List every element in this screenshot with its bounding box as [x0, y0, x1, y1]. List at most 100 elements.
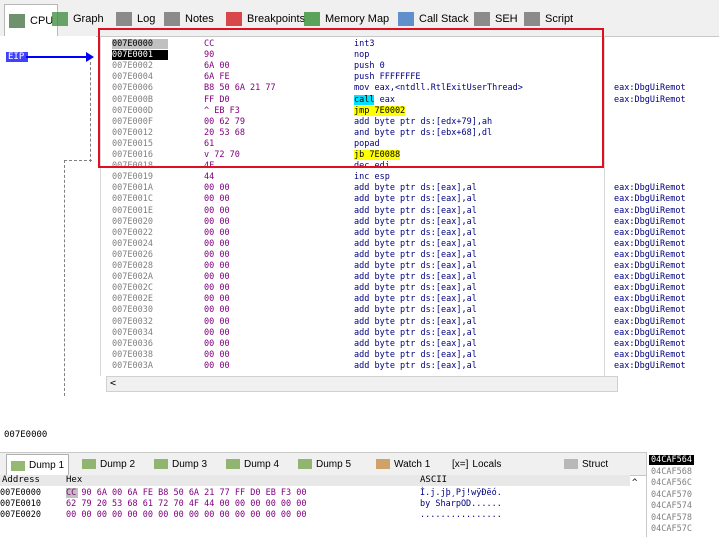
dump-header-address: Address [2, 475, 40, 485]
instruction-bytes: 00 00 [204, 227, 230, 238]
disasm-row[interactable]: 007E002E 00 00 add byte ptr ds:[eax],al eax… [96, 294, 719, 304]
stack-entry[interactable]: 04CAF578 [651, 513, 692, 523]
jump-arrows-gutter [0, 36, 96, 398]
instruction-address: 007E0028 [112, 261, 153, 271]
cpu-icon [9, 14, 25, 28]
disasm-row[interactable]: 007E002C 00 00 add byte ptr ds:[eax],al eax… [96, 283, 719, 293]
instruction-text: add byte ptr ds:[eax],al [354, 205, 477, 216]
dump-tab-dump-5[interactable]: Dump 5 [294, 456, 355, 472]
breakpoint-icon [226, 12, 242, 26]
disasm-row[interactable]: 007E0038 00 00 add byte ptr ds:[eax],al eax… [96, 350, 719, 360]
dump-header: Address Hex ASCII [0, 475, 630, 486]
seh-icon [474, 12, 490, 26]
instruction-address: 007E0020 [112, 216, 153, 227]
scroll-left-icon[interactable]: < [110, 378, 116, 389]
dump-tab-dump-4[interactable]: Dump 4 [222, 456, 283, 472]
stack-entry[interactable]: 04CAF57C [651, 524, 692, 534]
instruction-address: 007E0038 [112, 349, 153, 360]
dump-tab-dump-1[interactable]: Dump 1 [6, 454, 70, 476]
disasm-row[interactable]: 007E0030 00 00 add byte ptr ds:[eax],al eax… [96, 305, 719, 315]
tab-label: Notes [185, 13, 214, 25]
locals-icon: [x=] [452, 458, 469, 470]
stack-entry[interactable]: 04CAF564 [649, 455, 694, 465]
dump-tab-dump-3[interactable]: Dump 3 [150, 456, 211, 472]
dump-tab-watch-1[interactable]: Watch 1 [372, 456, 434, 472]
instruction-bytes: 00 00 [204, 316, 230, 327]
instruction-address: 007E002A [112, 272, 153, 283]
dump-tab-dump-2[interactable]: Dump 2 [78, 456, 139, 472]
eip-arrow [26, 56, 88, 58]
dump-row[interactable]: 007E0000 CC 90 6A 00 6A FE B8 50 6A 21 77… [0, 488, 630, 498]
instruction-address: 007E0030 [112, 305, 153, 316]
notes-icon [164, 12, 180, 26]
instruction-address: 007E0026 [112, 249, 153, 260]
hex-dump-view[interactable]: Address Hex ASCII 007E0000 CC 90 6A 00 6A… [0, 475, 630, 537]
instruction-text: add byte ptr ds:[eax],al [354, 349, 477, 360]
disasm-row[interactable]: 007E0020 00 00 add byte ptr ds:[eax],al eax… [96, 217, 719, 227]
instruction-address: 007E001E [112, 205, 153, 216]
dump-hex: CC 90 6A 00 6A FE B8 50 6A 21 77 FF D0 E… [66, 488, 307, 498]
instruction-address: 007E0036 [112, 338, 153, 349]
instruction-address: 007E001A [112, 183, 153, 194]
instruction-text: add byte ptr ds:[eax],al [354, 283, 477, 294]
stack-entry[interactable]: 04CAF568 [651, 467, 692, 477]
disasm-row[interactable]: 007E0032 00 00 add byte ptr ds:[eax],al eax… [96, 317, 719, 327]
instruction-comment: eax:DbgUiRemot [614, 194, 686, 205]
dump-tab-label: Watch 1 [394, 458, 431, 470]
tab-label: Call Stack [419, 13, 469, 25]
tab-label: Memory Map [325, 13, 390, 25]
instruction-comment: eax:DbgUiRemot [614, 227, 686, 238]
disasm-row[interactable]: 007E0022 00 00 add byte ptr ds:[eax],al eax… [96, 228, 719, 238]
scroll-up-icon[interactable]: ^ [632, 478, 637, 488]
disasm-row[interactable]: 007E002A 00 00 add byte ptr ds:[eax],al eax… [96, 272, 719, 282]
jump-line [64, 160, 65, 396]
eip-marker: EIP [6, 52, 28, 62]
dump-tab-label: Dump 2 [100, 458, 136, 470]
dump-tab-label: Struct [582, 458, 609, 470]
disasm-row[interactable]: 007E0036 00 00 add byte ptr ds:[eax],al eax… [96, 339, 719, 349]
instruction-text: add byte ptr ds:[eax],al [354, 316, 477, 327]
stack-entry[interactable]: 04CAF574 [651, 501, 692, 511]
instruction-address: 007E002E [112, 294, 153, 305]
instruction-comment: eax:DbgUiRemot [614, 349, 686, 360]
disasm-row[interactable]: 007E0019 44 inc esp [96, 172, 719, 182]
dump-row[interactable]: 007E0020 00 00 00 00 00 00 00 00 00 00 00… [0, 510, 630, 520]
stack-entry[interactable]: 04CAF56C [651, 478, 692, 488]
stack-entry[interactable]: 04CAF570 [651, 490, 692, 500]
call-stack-icon [398, 12, 414, 26]
disasm-row[interactable]: 007E0034 00 00 add byte ptr ds:[eax],al eax… [96, 328, 719, 338]
instruction-bytes: 00 00 [204, 272, 230, 283]
instruction-text: add byte ptr ds:[eax],al [354, 338, 477, 349]
instruction-bytes: 00 00 [204, 294, 230, 305]
disasm-row[interactable]: 007E003A 00 00 add byte ptr ds:[eax],al eax… [96, 361, 719, 371]
log-icon [116, 12, 132, 26]
status-address: 007E0000 [4, 430, 48, 440]
dump-tab-struct[interactable]: Struct [560, 456, 612, 472]
tab-label: Log [137, 13, 156, 25]
dump-icon [226, 459, 240, 469]
instruction-bytes: 00 00 [204, 194, 230, 205]
disasm-row[interactable]: 007E0028 00 00 add byte ptr ds:[eax],al eax… [96, 261, 719, 271]
dump-ascii: Ì.j.jþ¸Pj!wÿÐëó. [420, 488, 502, 498]
instruction-bytes: 00 00 [204, 305, 230, 316]
instruction-comment: eax:DbgUiRemot [614, 238, 686, 249]
stack-view[interactable]: 04CAF564 04CAF568 04CAF56C 04CAF570 04CAF574… [646, 452, 719, 537]
dump-tab-locals[interactable]: [x=] Locals [448, 456, 505, 472]
dump-tab-label: Dump 3 [172, 458, 208, 470]
instruction-comment: eax:DbgUiRemot [614, 338, 686, 349]
disasm-row[interactable]: 007E001A 00 00 add byte ptr ds:[eax],al eax… [96, 183, 719, 193]
disasm-row[interactable]: 007E001C 00 00 add byte ptr ds:[eax],al eax… [96, 194, 719, 204]
disasm-row[interactable]: 007E0026 00 00 add byte ptr ds:[eax],al eax… [96, 250, 719, 260]
disasm-row[interactable]: 007E001E 00 00 add byte ptr ds:[eax],al eax… [96, 206, 719, 216]
graph-icon [52, 12, 68, 26]
dump-hex: 00 00 00 00 00 00 00 00 00 00 00 00 00 0… [66, 510, 307, 520]
instruction-comment: eax:DbgUiRemot [614, 249, 686, 260]
instruction-text: add byte ptr ds:[eax],al [354, 360, 477, 371]
horizontal-scrollbar[interactable]: < [106, 376, 618, 392]
disasm-row[interactable]: 007E0024 00 00 add byte ptr ds:[eax],al eax… [96, 239, 719, 249]
dump-address: 007E0010 [0, 499, 41, 509]
instruction-bytes: 00 00 [204, 249, 230, 260]
instruction-text: add byte ptr ds:[eax],al [354, 305, 477, 316]
dump-row[interactable]: 007E0010 62 79 20 53 68 61 72 70 4F 44 00… [0, 499, 630, 509]
tab-label: Script [545, 13, 574, 25]
